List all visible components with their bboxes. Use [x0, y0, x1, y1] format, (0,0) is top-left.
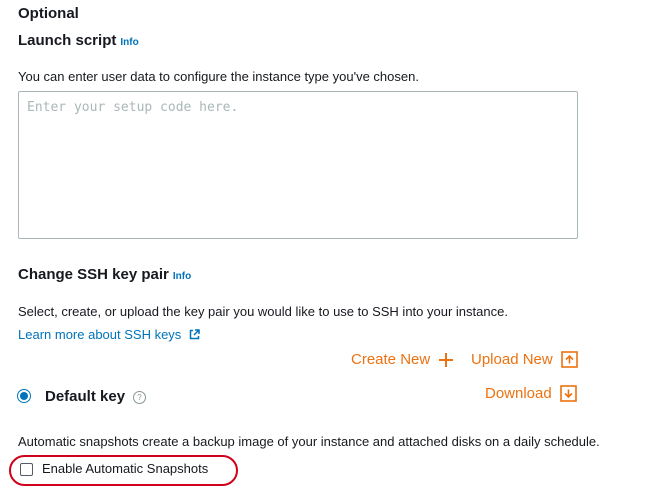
- launch-script-heading: Launch script Info: [18, 32, 139, 49]
- highlight-annotation: [9, 455, 238, 486]
- plus-icon: [439, 352, 454, 367]
- radio-outer: [17, 389, 31, 403]
- launch-script-description: You can enter user data to configure the…: [18, 69, 419, 84]
- upload-new-button[interactable]: Upload New: [471, 351, 578, 368]
- radio-selected-dot: [20, 392, 28, 400]
- launch-script-info-link[interactable]: Info: [120, 37, 138, 48]
- upload-icon: [560, 351, 578, 368]
- create-new-label: Create New: [351, 351, 431, 368]
- upload-new-label: Upload New: [471, 351, 553, 368]
- create-new-button[interactable]: Create New: [351, 351, 454, 368]
- snapshots-description: Automatic snapshots create a backup imag…: [18, 434, 600, 449]
- ssh-key-title: Change SSH key pair: [18, 266, 169, 283]
- default-key-label: Default key: [45, 388, 126, 405]
- section-title: Optional: [18, 5, 79, 22]
- download-button[interactable]: Download: [485, 385, 577, 402]
- download-icon: [559, 385, 577, 402]
- launch-script-input[interactable]: [18, 91, 578, 239]
- external-link-icon: [189, 329, 200, 340]
- learn-more-ssh-link[interactable]: Learn more about SSH keys: [18, 327, 200, 342]
- learn-more-ssh-label: Learn more about SSH keys: [18, 327, 182, 342]
- help-icon[interactable]: ?: [133, 391, 146, 404]
- ssh-key-heading: Change SSH key pair Info: [18, 266, 191, 283]
- download-label: Download: [485, 385, 552, 402]
- ssh-key-info-link[interactable]: Info: [173, 271, 191, 282]
- default-key-radio[interactable]: [17, 389, 31, 403]
- launch-script-title: Launch script: [18, 32, 117, 49]
- ssh-key-description: Select, create, or upload the key pair y…: [18, 304, 508, 319]
